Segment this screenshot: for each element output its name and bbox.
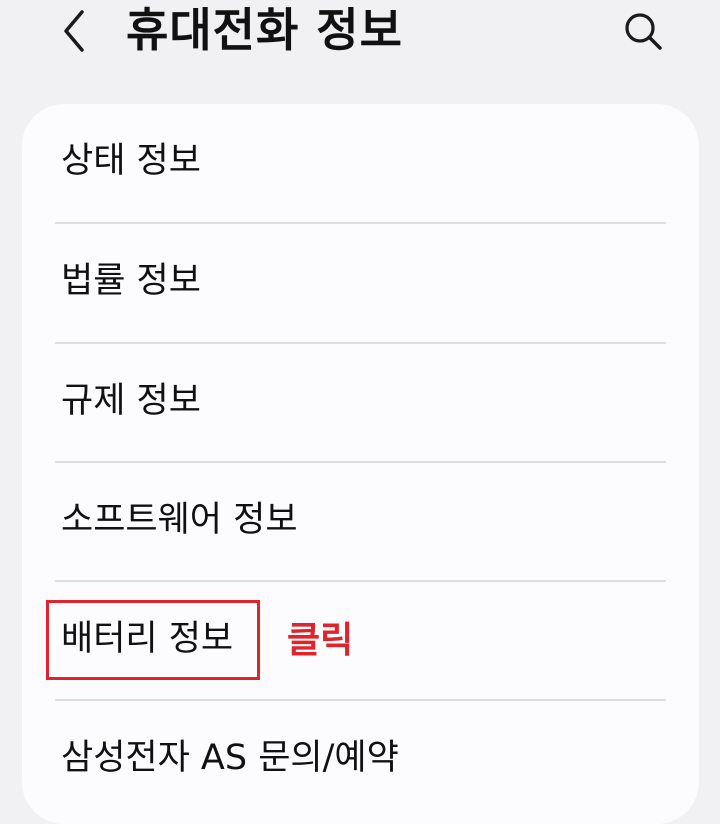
search-icon [625, 13, 662, 50]
back-button[interactable] [52, 6, 96, 56]
app-header: 휴대전화 정보 [0, 0, 720, 70]
menu-item-legal-info[interactable]: 법률 정보 [55, 224, 666, 342]
click-annotation: 클릭 [287, 620, 354, 661]
menu-item-label: 소프트웨어 정보 [61, 500, 298, 540]
menu-item-software-info[interactable]: 소프트웨어 정보 [55, 463, 666, 581]
menu-item-label: 법률 정보 [61, 261, 201, 301]
menu-item-regulatory-info[interactable]: 규제 정보 [55, 344, 666, 462]
highlight-box [46, 600, 260, 680]
settings-card: 상태 정보 법률 정보 규제 정보 소프트웨어 정보 배터리 정보 삼성전자 A… [22, 104, 699, 824]
chevron-left-icon [64, 10, 84, 52]
menu-item-status-info[interactable]: 상태 정보 [55, 104, 666, 222]
page-title: 휴대전화 정보 [126, 3, 403, 57]
search-button[interactable] [618, 6, 668, 56]
menu-item-label: 상태 정보 [61, 141, 201, 181]
menu-item-label: 규제 정보 [61, 381, 201, 421]
menu-item-samsung-as-service[interactable]: 삼성전자 AS 문의/예약 [55, 701, 666, 819]
menu-item-label: 삼성전자 AS 문의/예약 [61, 738, 399, 778]
